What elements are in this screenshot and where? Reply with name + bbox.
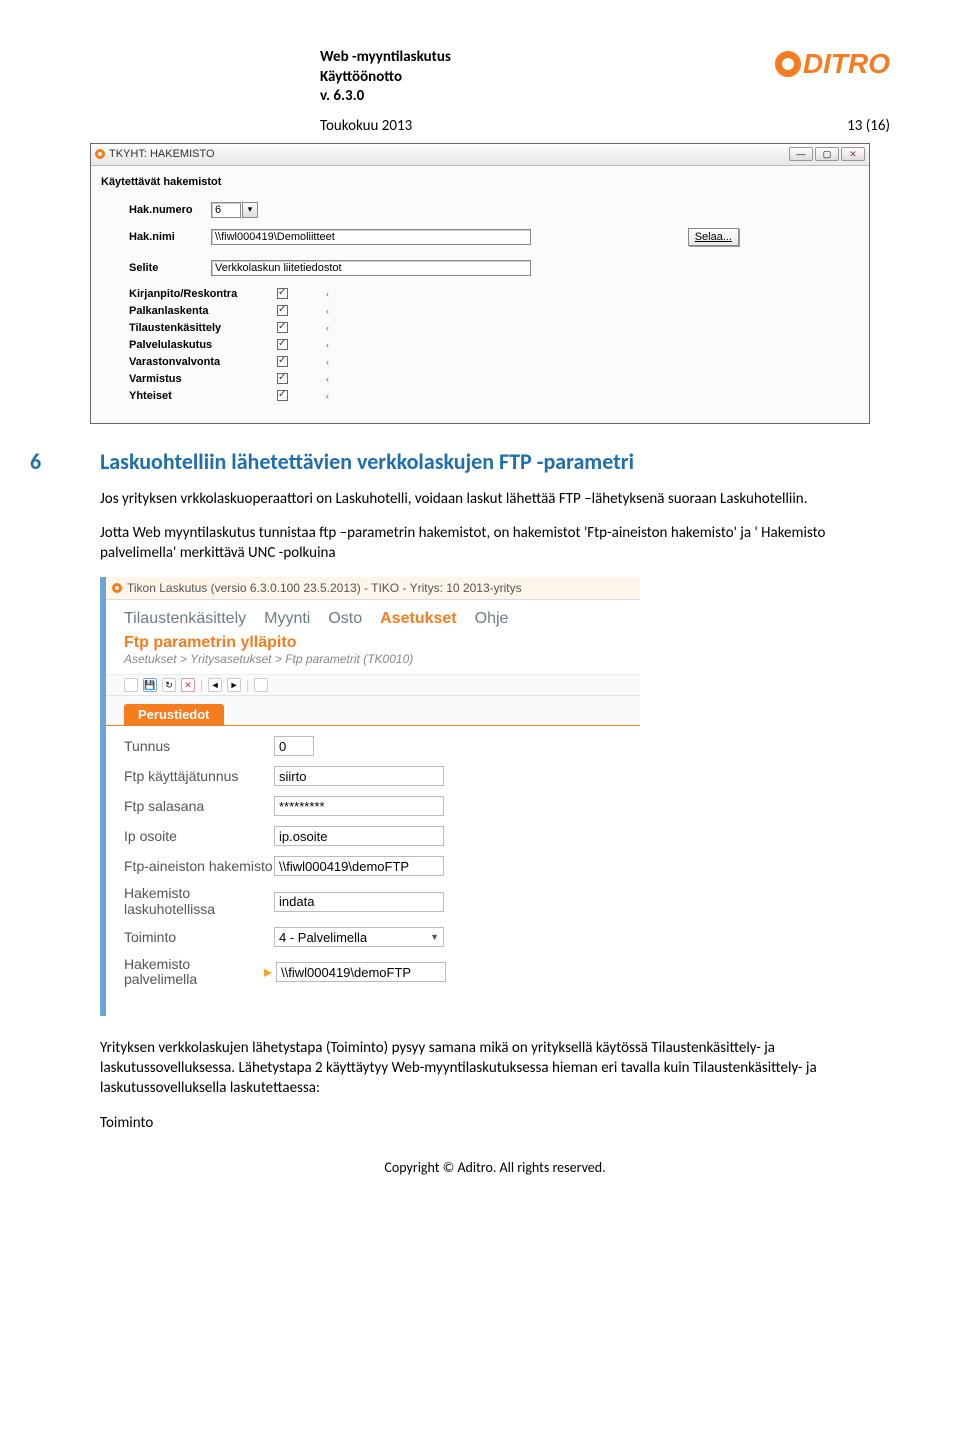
tikon-window-title: Tikon Laskutus (versio 6.3.0.100 23.5.20… [127,581,522,595]
menu-item-ohje[interactable]: Ohje [475,610,509,628]
window-icon [95,149,105,159]
minimize-button[interactable]: — [789,147,813,161]
tkyht-window: TKYHT: HAKEMISTO — ▢ ✕ Käytettävät hakem… [90,143,870,424]
selite-input[interactable] [211,260,531,276]
toiminto-label: Toiminto [124,929,274,945]
ftp-pass-input[interactable] [274,796,444,816]
check-label: Kirjanpito/Reskontra [129,288,241,300]
tikon-menu: Tilaustenkäsittely Myynti Osto Asetukset… [106,600,640,630]
check-label: Varastonvalvonta [129,356,241,368]
ftp-user-label: Ftp käyttäjätunnus [124,768,274,784]
checkbox[interactable] [277,339,288,350]
ip-input[interactable] [274,826,444,846]
ip-label: Ip osoite [124,828,274,844]
tikon-window: Tikon Laskutus (versio 6.3.0.100 23.5.20… [100,577,640,1016]
menu-item-tilaus[interactable]: Tilaustenkäsittely [124,610,246,628]
page-header: Web -myyntilaskutus Käyttöönotto v. 6.3.… [100,48,890,107]
doc-date: Toukokuu 2013 [320,117,412,135]
menu-item-osto[interactable]: Osto [328,610,362,628]
server-dir-input[interactable] [276,962,446,982]
browse-button[interactable]: Selaa... [688,228,739,246]
hak-numero-label: Hak.numero [101,204,211,216]
ftp-dir-label: Ftp-aineiston hakemisto [124,859,274,874]
tkyht-section-title: Käytettävät hakemistot [101,176,859,188]
tikon-page-title: Ftp parametrin ylläpito [106,630,640,652]
toiminto-select[interactable]: 4 - Palvelimella ▼ [274,927,444,947]
doc-title-3: v. 6.3.0 [320,87,451,107]
hak-numero-input[interactable] [211,202,241,218]
chevron-down-icon: ‹ [326,340,329,350]
extra-icon[interactable] [254,678,268,692]
section6-para2: Jotta Web myyntilaskutus tunnistaa ftp –… [100,523,890,564]
chevron-down-icon: ‹ [326,306,329,316]
arrow-right-icon: ▸ [264,962,272,982]
menu-item-myynti[interactable]: Myynti [264,610,310,628]
aditro-logo: DITRO [775,48,890,80]
logo-text: DITRO [803,48,890,80]
after-para2: Toiminto [100,1113,890,1133]
checkbox[interactable] [277,305,288,316]
next-icon[interactable]: ► [227,678,241,692]
doc-title-1: Web -myyntilaskutus [320,48,451,68]
chevron-down-icon: ‹ [326,323,329,333]
tunnus-input[interactable] [274,736,314,756]
toolbar: 💾 ↻ ✕ | ◄ ► | [106,675,640,696]
chevron-down-icon: ▼ [430,932,443,942]
ftp-pass-label: Ftp salasana [124,798,274,814]
check-label: Palkanlaskenta [129,305,241,317]
breadcrumb: Asetukset > Yritysasetukset > Ftp parame… [106,652,640,675]
section-6-heading: 6 Laskuohtelliin lähetettävien verkkolas… [30,448,890,475]
save-icon[interactable]: 💾 [143,678,157,692]
maximize-button[interactable]: ▢ [815,147,839,161]
page-footer: Copyright © Aditro. All rights reserved. [100,1159,890,1176]
checkbox[interactable] [277,373,288,384]
tkyht-titlebar: TKYHT: HAKEMISTO — ▢ ✕ [91,144,869,166]
prev-icon[interactable]: ◄ [208,678,222,692]
checkbox[interactable] [277,356,288,367]
hotel-dir-label: Hakemisto laskuhotellissa [124,886,274,917]
check-label: Varmistus [129,373,241,385]
tunnus-label: Tunnus [124,738,274,754]
selite-label: Selite [101,262,211,274]
hak-nimi-label: Hak.nimi [101,231,211,243]
chevron-down-icon: ‹ [326,374,329,384]
hotel-dir-input[interactable] [274,892,444,912]
window-icon [112,583,122,593]
ftp-form: Tunnus Ftp käyttäjätunnus Ftp salasana I… [106,725,640,1016]
hak-numero-dropdown-icon[interactable]: ▾ [242,202,258,218]
doc-subheader: Toukokuu 2013 13 (16) [320,117,890,135]
ftp-dir-input[interactable] [274,856,444,876]
close-button[interactable]: ✕ [841,147,865,161]
checkbox[interactable] [277,390,288,401]
check-label: Yhteiset [129,390,241,402]
chevron-down-icon: ‹ [326,289,329,299]
tikon-titlebar: Tikon Laskutus (versio 6.3.0.100 23.5.20… [106,577,640,600]
section6-para1: Jos yrityksen vrkkolaskuoperaattori on L… [100,489,890,509]
checkbox[interactable] [277,288,288,299]
check-label: Tilaustenkäsittely [129,322,241,334]
new-icon[interactable] [124,678,138,692]
doc-title-2: Käyttöönotto [320,68,451,88]
module-checklist: Kirjanpito/Reskontra ‹ Palkanlaskenta ‹ Ti… [129,288,859,402]
toiminto-value: 4 - Palvelimella [279,930,367,945]
hak-nimi-input[interactable] [211,229,531,245]
tkyht-window-title: TKYHT: HAKEMISTO [109,148,215,160]
menu-item-asetukset[interactable]: Asetukset [380,610,456,628]
section-number: 6 [30,448,100,475]
refresh-icon[interactable]: ↻ [162,678,176,692]
section-title: Laskuohtelliin lähetettävien verkkolasku… [100,448,634,475]
server-dir-label: Hakemisto palvelimella [124,957,264,988]
tab-perustiedot[interactable]: Perustiedot [124,704,224,725]
doc-page-number: 13 (16) [847,117,890,135]
after-para1: Yrityksen verkkolaskujen lähetystapa (To… [100,1038,890,1099]
delete-icon[interactable]: ✕ [181,678,195,692]
ftp-user-input[interactable] [274,766,444,786]
chevron-down-icon: ‹ [326,357,329,367]
checkbox[interactable] [277,322,288,333]
check-label: Palvelulaskutus [129,339,241,351]
chevron-down-icon: ‹ [326,391,329,401]
logo-o-icon [775,51,801,77]
doc-title-block: Web -myyntilaskutus Käyttöönotto v. 6.3.… [320,48,451,107]
